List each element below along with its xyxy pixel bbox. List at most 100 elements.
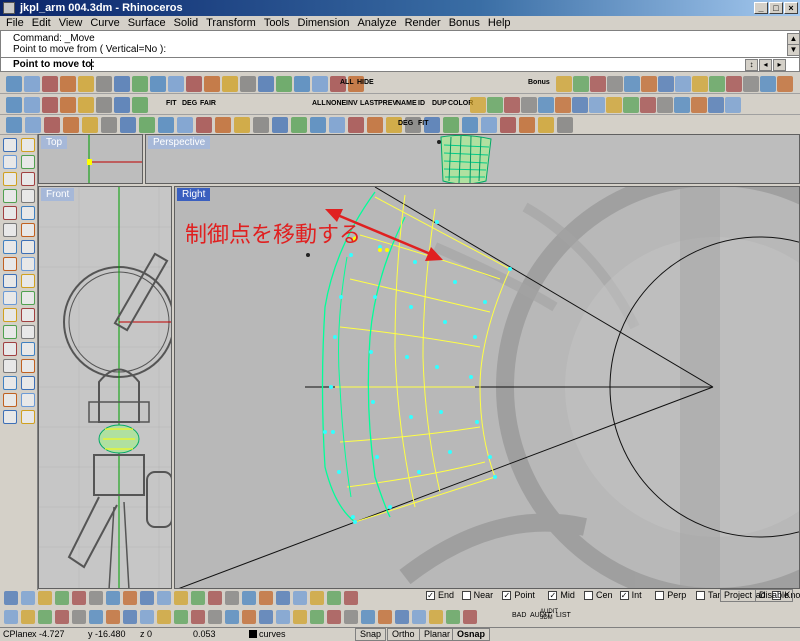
toolbar-tool-icon[interactable] xyxy=(344,610,358,624)
toolbar-none-button[interactable]: NONE xyxy=(326,100,346,107)
osnap-point-checkbox[interactable]: ✓ xyxy=(502,591,512,600)
toolbar-tool-icon[interactable] xyxy=(196,117,212,133)
history-scroll-down-button[interactable]: ▼ xyxy=(787,44,800,56)
toolbar-deg-button[interactable]: DEG xyxy=(398,120,413,127)
toolbar-tool-icon[interactable] xyxy=(21,308,35,322)
osnap-end-checkbox[interactable]: ✓ xyxy=(426,591,435,600)
toolbar-tool-icon[interactable] xyxy=(158,117,174,133)
toolbar-tool-icon[interactable] xyxy=(293,591,307,605)
toolbar-tool-icon[interactable] xyxy=(82,117,98,133)
toolbar-tool-icon[interactable] xyxy=(487,97,503,113)
toolbar-dup-button[interactable]: DUP xyxy=(432,100,447,107)
toolbar-tool-icon[interactable] xyxy=(500,117,516,133)
osnap-tan-checkbox[interactable] xyxy=(696,591,705,600)
toolbar-tool-icon[interactable] xyxy=(3,376,17,390)
toolbar-tool-icon[interactable] xyxy=(348,117,364,133)
layer-color-swatch[interactable] xyxy=(249,630,257,638)
toolbar-tool-icon[interactable] xyxy=(150,76,166,92)
toolbar-tool-icon[interactable] xyxy=(60,76,76,92)
toolbar-tool-icon[interactable] xyxy=(191,610,205,624)
osnap-int-checkbox[interactable]: ✓ xyxy=(619,591,629,600)
toolbar-tool-icon[interactable] xyxy=(726,76,742,92)
toolbar-tool-icon[interactable] xyxy=(72,610,86,624)
toolbar-tool-icon[interactable] xyxy=(21,257,35,271)
viewport-front[interactable]: Front xyxy=(38,186,172,589)
toolbar-tool-icon[interactable] xyxy=(21,342,35,356)
toolbar-tool-icon[interactable] xyxy=(21,155,35,169)
toolbar-deg-button[interactable]: DEG xyxy=(182,100,197,107)
toolbar-tool-icon[interactable] xyxy=(174,610,188,624)
toolbar-tool-icon[interactable] xyxy=(106,591,120,605)
toolbar-fair-button[interactable]: FAIR xyxy=(200,100,216,107)
bad-button[interactable]: BAD xyxy=(512,612,526,619)
toolbar-tool-icon[interactable] xyxy=(641,76,657,92)
toolbar-tool-icon[interactable] xyxy=(3,410,17,424)
osnap-project-button[interactable]: Project xyxy=(720,589,757,602)
toolbar-tool-icon[interactable] xyxy=(293,610,307,624)
toolbar-tool-icon[interactable] xyxy=(556,76,572,92)
toolbar-tool-icon[interactable] xyxy=(21,223,35,237)
toolbar-tool-icon[interactable] xyxy=(3,223,17,237)
toolbar-tool-icon[interactable] xyxy=(624,76,640,92)
toolbar-tool-icon[interactable] xyxy=(21,410,35,424)
toolbar-tool-icon[interactable] xyxy=(4,610,18,624)
toolbar-tool-icon[interactable] xyxy=(607,76,623,92)
toolbar-tool-icon[interactable] xyxy=(310,117,326,133)
toolbar-tool-icon[interactable] xyxy=(327,591,341,605)
toolbar-tool-icon[interactable] xyxy=(140,610,154,624)
ortho-toggle[interactable]: Ortho xyxy=(387,628,420,641)
menu-file[interactable]: File xyxy=(2,16,28,30)
toolbar-tool-icon[interactable] xyxy=(361,610,375,624)
toolbar-tool-icon[interactable] xyxy=(24,97,40,113)
osnap-toggle[interactable]: Osnap xyxy=(452,628,491,641)
toolbar-tool-icon[interactable] xyxy=(174,591,188,605)
osnap-disable-button[interactable]: Disable xyxy=(755,589,794,602)
menu-solid[interactable]: Solid xyxy=(170,16,202,30)
toolbar-tool-icon[interactable] xyxy=(21,291,35,305)
toolbar-tool-icon[interactable] xyxy=(123,591,137,605)
toolbar-tool-icon[interactable] xyxy=(215,117,231,133)
toolbar-tool-icon[interactable] xyxy=(481,117,497,133)
toolbar-tool-icon[interactable] xyxy=(208,610,222,624)
menu-transform[interactable]: Transform xyxy=(202,16,260,30)
toolbar-tool-icon[interactable] xyxy=(367,117,383,133)
toolbar-tool-icon[interactable] xyxy=(291,117,307,133)
toolbar-tool-icon[interactable] xyxy=(589,97,605,113)
toolbar-tool-icon[interactable] xyxy=(21,274,35,288)
toolbar-tool-icon[interactable] xyxy=(623,97,639,113)
toolbar-tool-icon[interactable] xyxy=(177,117,193,133)
toolbar-tool-icon[interactable] xyxy=(106,610,120,624)
toolbar-tool-icon[interactable] xyxy=(186,76,202,92)
toolbar-tool-icon[interactable] xyxy=(708,97,724,113)
toolbar-tool-icon[interactable] xyxy=(204,76,220,92)
toolbar-tool-icon[interactable] xyxy=(344,591,358,605)
toolbar-tool-icon[interactable] xyxy=(312,76,328,92)
menu-surface[interactable]: Surface xyxy=(124,16,170,30)
toolbar-tool-icon[interactable] xyxy=(590,76,606,92)
toolbar-tool-icon[interactable] xyxy=(78,97,94,113)
toolbar-tool-icon[interactable] xyxy=(225,591,239,605)
osnap-cen-checkbox[interactable] xyxy=(584,591,593,600)
toolbar-tool-icon[interactable] xyxy=(463,610,477,624)
toolbar-tool-icon[interactable] xyxy=(21,240,35,254)
menu-dimension[interactable]: Dimension xyxy=(294,16,354,30)
toolbar-tool-icon[interactable] xyxy=(208,591,222,605)
viewport-top[interactable]: Top xyxy=(38,134,143,184)
toolbar-tool-icon[interactable] xyxy=(470,97,486,113)
toolbar-tool-icon[interactable] xyxy=(691,97,707,113)
toolbar-fit-button[interactable]: FIT xyxy=(166,100,177,107)
toolbar-tool-icon[interactable] xyxy=(21,376,35,390)
toolbar-tool-icon[interactable] xyxy=(606,97,622,113)
toolbar-tool-icon[interactable] xyxy=(157,610,171,624)
osnap-mid-checkbox[interactable]: ✓ xyxy=(548,591,558,600)
toolbar-tool-icon[interactable] xyxy=(42,97,58,113)
toolbar-tool-icon[interactable] xyxy=(242,591,256,605)
toolbar-tool-icon[interactable] xyxy=(3,291,17,305)
audit3dm-button[interactable]: AUDIT 3DM xyxy=(540,609,558,621)
osnap-near-checkbox[interactable] xyxy=(461,591,471,600)
toolbar-tool-icon[interactable] xyxy=(429,610,443,624)
toolbar-tool-icon[interactable] xyxy=(462,117,478,133)
toolbar-name-button[interactable]: NAME xyxy=(396,100,417,107)
toolbar-tool-icon[interactable] xyxy=(519,117,535,133)
toolbar-tool-icon[interactable] xyxy=(276,76,292,92)
